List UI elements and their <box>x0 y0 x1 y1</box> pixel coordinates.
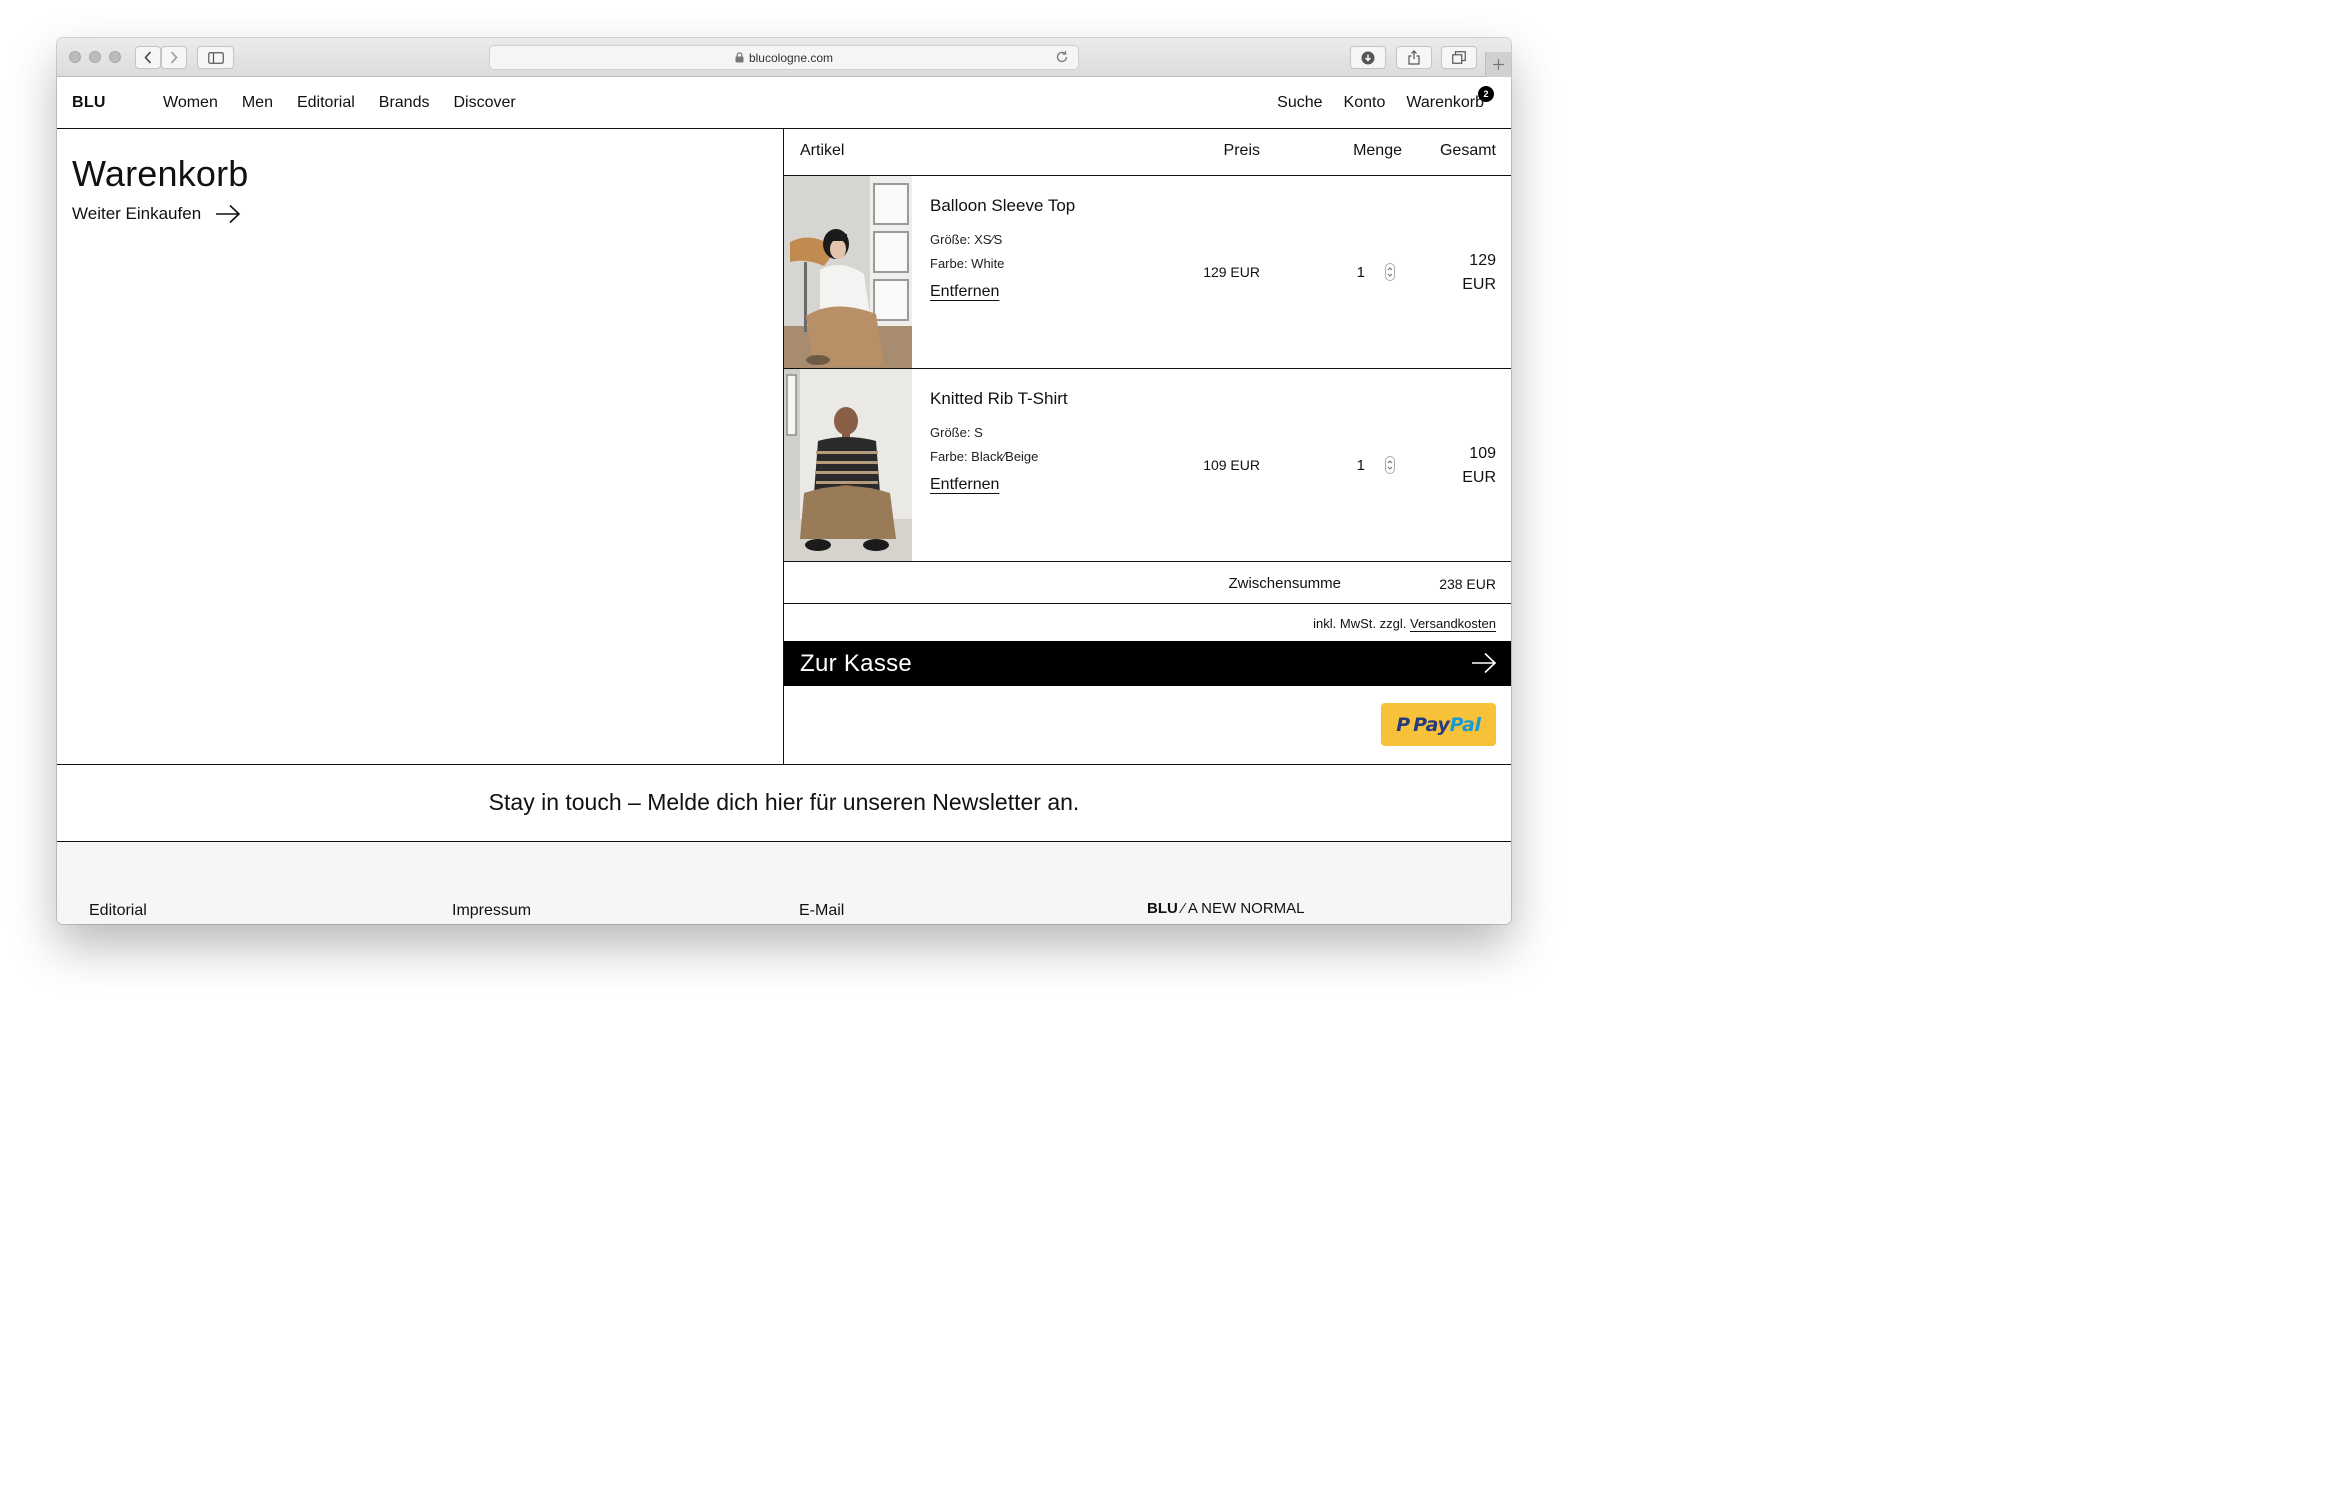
stepper-arrows-icon <box>1387 460 1393 470</box>
zoom-window-button[interactable] <box>109 51 121 63</box>
lock-icon <box>735 52 744 63</box>
cart-table-header: Artikel Preis Menge Gesamt <box>784 129 1511 176</box>
column-header-total: Gesamt <box>1439 142 1496 159</box>
paypal-button[interactable]: P PayPal <box>1381 703 1496 746</box>
minimize-window-button[interactable] <box>89 51 101 63</box>
product-color: Farbe: Black⁄Beige <box>930 449 1039 464</box>
paypal-label-pal: Pal <box>1449 713 1481 736</box>
line-total-amount: 129 <box>1469 252 1496 269</box>
nav-item-editorial[interactable]: Editorial <box>297 94 355 112</box>
utility-nav: Suche Konto Warenkorb <box>1277 94 1484 112</box>
cart-row: Balloon Sleeve Top Größe: XS⁄S Farbe: Wh… <box>784 176 1511 369</box>
new-tab-button[interactable] <box>1485 52 1511 77</box>
product-size: Größe: S <box>930 425 983 440</box>
remove-item-button[interactable]: Entfernen <box>930 476 999 494</box>
nav-item-brands[interactable]: Brands <box>379 94 430 112</box>
checkout-button[interactable]: Zur Kasse <box>784 641 1511 686</box>
footer-link-email[interactable]: E-Mail <box>799 902 844 920</box>
quantity-stepper[interactable] <box>1385 263 1395 281</box>
arrow-right-icon <box>1472 652 1497 674</box>
nav-item-discover[interactable]: Discover <box>453 94 515 112</box>
footer-brand-tagline: BLU ⁄ A NEW NORMAL <box>1147 900 1305 917</box>
downloads-button[interactable] <box>1350 46 1386 69</box>
remove-item-button[interactable]: Entfernen <box>930 283 999 301</box>
newsletter-text: Stay in touch – Melde dich hier für unse… <box>488 789 1080 815</box>
footer-brand: BLU <box>1147 900 1178 917</box>
product-name[interactable]: Balloon Sleeve Top <box>930 196 1075 216</box>
line-total-amount: 109 <box>1469 445 1496 462</box>
tabs-overview-button[interactable] <box>1441 46 1477 69</box>
quantity-value[interactable]: 1 <box>1357 264 1365 281</box>
page-title: Warenkorb <box>72 153 249 194</box>
browser-window: blucologne.com BLU Women Men Editorial B… <box>57 38 1511 924</box>
cart-count-badge: 2 <box>1478 86 1494 102</box>
checkout-label: Zur Kasse <box>800 650 913 677</box>
continue-shopping-label: Weiter Einkaufen <box>72 204 202 223</box>
shipping-costs-link[interactable]: Versandkosten <box>1410 616 1496 631</box>
column-header-item: Artikel <box>800 142 845 159</box>
product-color: Farbe: White <box>930 256 1005 271</box>
close-window-button[interactable] <box>69 51 81 63</box>
reload-icon[interactable] <box>1055 50 1069 64</box>
sidebar-icon <box>207 51 224 64</box>
search-link[interactable]: Suche <box>1277 94 1322 112</box>
column-header-quantity: Menge <box>1353 142 1402 159</box>
cart-intro: Warenkorb Weiter Einkaufen <box>57 129 783 764</box>
tax-note-text: inkl. MwSt. zzgl. <box>1313 616 1407 631</box>
main-nav: Women Men Editorial Brands Discover <box>163 94 516 112</box>
url-text: blucologne.com <box>748 50 834 65</box>
stepper-arrows-icon <box>1387 267 1393 277</box>
nav-item-men[interactable]: Men <box>242 94 273 112</box>
site-footer: Editorial Impressum E-Mail BLU ⁄ A NEW N… <box>57 842 1511 924</box>
paypal-icon: P <box>1396 713 1411 736</box>
chevron-right-icon <box>170 51 178 64</box>
product-image[interactable] <box>784 369 912 561</box>
paypal-label-pay: Pay <box>1413 713 1450 736</box>
back-button[interactable] <box>135 46 161 69</box>
product-name[interactable]: Knitted Rib T-Shirt <box>930 389 1068 409</box>
site-header: BLU Women Men Editorial Brands Discover … <box>57 77 1511 129</box>
plus-icon <box>1493 59 1504 70</box>
cart-link[interactable]: Warenkorb <box>1406 94 1484 112</box>
cart-table: Artikel Preis Menge Gesamt Balloon Sleev… <box>784 129 1511 764</box>
site-logo[interactable]: BLU <box>72 94 106 112</box>
subtotal-value: 238 EUR <box>1439 576 1496 592</box>
product-size: Größe: XS⁄S <box>930 232 1003 247</box>
column-header-price: Preis <box>1223 142 1260 159</box>
chevron-left-icon <box>144 51 152 64</box>
tabs-icon <box>1452 51 1466 64</box>
tax-note: inkl. MwSt. zzgl. Versandkosten <box>1313 616 1496 631</box>
line-total-currency: EUR <box>1462 469 1496 486</box>
account-link[interactable]: Konto <box>1344 94 1386 112</box>
sidebar-toggle-button[interactable] <box>197 46 234 69</box>
subtotal-label: Zwischensumme <box>1228 575 1341 592</box>
address-bar[interactable]: blucologne.com <box>489 45 1079 70</box>
line-total-currency: EUR <box>1462 276 1496 293</box>
line-total: 109 EUR <box>1436 442 1496 490</box>
footer-link-editorial[interactable]: Editorial <box>89 902 147 920</box>
share-button[interactable] <box>1396 46 1432 69</box>
quantity-value[interactable]: 1 <box>1357 457 1365 474</box>
quantity-stepper[interactable] <box>1385 456 1395 474</box>
product-price: 129 EUR <box>1203 264 1260 280</box>
newsletter-banner[interactable]: Stay in touch – Melde dich hier für unse… <box>57 764 1511 842</box>
arrow-right-icon <box>216 204 241 224</box>
forward-button[interactable] <box>161 46 187 69</box>
footer-link-impressum[interactable]: Impressum <box>452 902 531 920</box>
footer-tagline: ⁄ A NEW NORMAL <box>1177 900 1305 917</box>
browser-toolbar: blucologne.com <box>57 38 1511 77</box>
download-icon <box>1361 51 1375 64</box>
share-icon <box>1408 50 1420 65</box>
line-total: 129 EUR <box>1436 249 1496 297</box>
product-image[interactable] <box>784 176 912 368</box>
continue-shopping-link[interactable]: Weiter Einkaufen <box>72 204 241 224</box>
product-price: 109 EUR <box>1203 457 1260 473</box>
nav-item-women[interactable]: Women <box>163 94 218 112</box>
subtotal-row: Zwischensumme 238 EUR <box>784 563 1511 604</box>
cart-row: Knitted Rib T-Shirt Größe: S Farbe: Blac… <box>784 369 1511 562</box>
